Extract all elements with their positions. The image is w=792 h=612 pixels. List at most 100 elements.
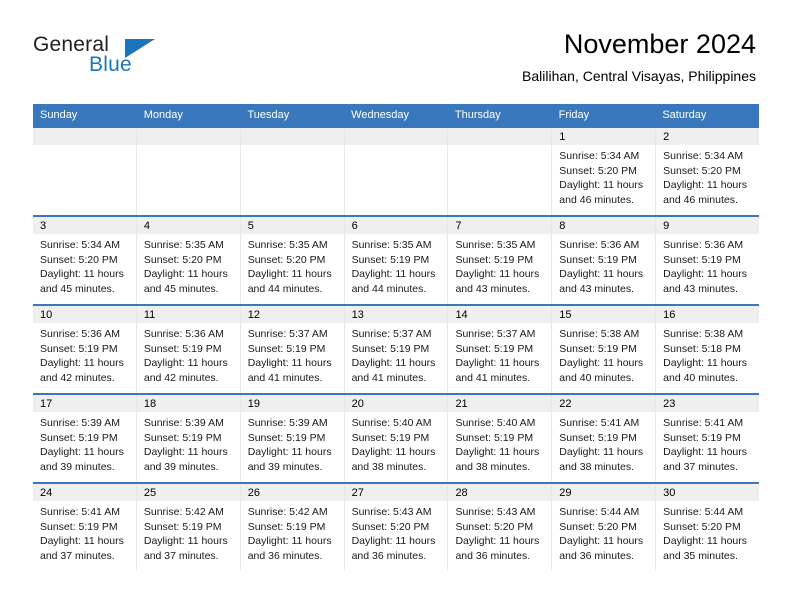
- day-number: 15: [552, 306, 656, 323]
- sunset-text: Sunset: 5:19 PM: [40, 431, 118, 444]
- daylight-text: Daylight: 11 hours and 36 minutes.: [247, 535, 332, 562]
- day-cell[interactable]: 9 Sunrise: 5:36 AM Sunset: 5:19 PM Dayli…: [656, 217, 760, 304]
- sunrise-text: Sunrise: 5:41 AM: [40, 506, 120, 518]
- day-cell[interactable]: 3 Sunrise: 5:34 AM Sunset: 5:20 PM Dayli…: [33, 217, 137, 304]
- day-details: Sunrise: 5:35 AM Sunset: 5:20 PM Dayligh…: [137, 234, 240, 296]
- sunset-text: Sunset: 5:20 PM: [247, 253, 326, 266]
- sunset-text: Sunset: 5:19 PM: [351, 342, 430, 355]
- day-details: Sunrise: 5:35 AM Sunset: 5:20 PM Dayligh…: [241, 234, 344, 296]
- day-cell[interactable]: 22 Sunrise: 5:41 AM Sunset: 5:19 PM Dayl…: [552, 395, 657, 482]
- day-cell[interactable]: 27 Sunrise: 5:43 AM Sunset: 5:20 PM Dayl…: [344, 484, 449, 571]
- day-cell[interactable]: [136, 128, 241, 215]
- day-number: 12: [240, 306, 344, 323]
- sunrise-text: Sunrise: 5:37 AM: [455, 328, 536, 340]
- general-blue-logo[interactable]: General Blue: [33, 34, 183, 84]
- day-cell[interactable]: 6 Sunrise: 5:35 AM Sunset: 5:19 PM Dayli…: [344, 217, 449, 304]
- day-cell[interactable]: 25 Sunrise: 5:42 AM Sunset: 5:19 PM Dayl…: [136, 484, 241, 571]
- day-cell[interactable]: 11 Sunrise: 5:36 AM Sunset: 5:19 PM Dayl…: [136, 306, 241, 393]
- day-cell[interactable]: [240, 128, 345, 215]
- day-cell[interactable]: 13 Sunrise: 5:37 AM Sunset: 5:19 PM Dayl…: [344, 306, 449, 393]
- week-row: 3 Sunrise: 5:34 AM Sunset: 5:20 PM Dayli…: [33, 215, 760, 304]
- day-details: Sunrise: 5:43 AM Sunset: 5:20 PM Dayligh…: [345, 501, 448, 563]
- sunrise-text: Sunrise: 5:35 AM: [351, 239, 432, 251]
- day-cell[interactable]: 8 Sunrise: 5:36 AM Sunset: 5:19 PM Dayli…: [552, 217, 657, 304]
- day-cell[interactable]: [33, 128, 137, 215]
- day-cell[interactable]: 4 Sunrise: 5:35 AM Sunset: 5:20 PM Dayli…: [136, 217, 241, 304]
- week-row: 17 Sunrise: 5:39 AM Sunset: 5:19 PM Dayl…: [33, 393, 760, 482]
- day-cell[interactable]: 28 Sunrise: 5:43 AM Sunset: 5:20 PM Dayl…: [448, 484, 553, 571]
- day-cell[interactable]: 5 Sunrise: 5:35 AM Sunset: 5:20 PM Dayli…: [240, 217, 345, 304]
- daylight-text: Daylight: 11 hours and 39 minutes.: [40, 446, 124, 473]
- day-details: Sunrise: 5:34 AM Sunset: 5:20 PM Dayligh…: [656, 145, 759, 207]
- day-number: 21: [448, 395, 552, 412]
- sunset-text: Sunset: 5:19 PM: [559, 253, 637, 266]
- day-details: Sunrise: 5:41 AM Sunset: 5:19 PM Dayligh…: [33, 501, 136, 563]
- day-cell[interactable]: 17 Sunrise: 5:39 AM Sunset: 5:19 PM Dayl…: [33, 395, 137, 482]
- sunrise-text: Sunrise: 5:42 AM: [247, 506, 328, 518]
- daylight-text: Daylight: 11 hours and 37 minutes.: [663, 446, 748, 473]
- day-cell[interactable]: 18 Sunrise: 5:39 AM Sunset: 5:19 PM Dayl…: [136, 395, 241, 482]
- day-details: Sunrise: 5:36 AM Sunset: 5:19 PM Dayligh…: [552, 234, 655, 296]
- day-details: Sunrise: 5:44 AM Sunset: 5:20 PM Dayligh…: [656, 501, 759, 563]
- day-number: 2: [656, 128, 760, 145]
- sunrise-text: Sunrise: 5:40 AM: [455, 417, 536, 429]
- day-cell[interactable]: 10 Sunrise: 5:36 AM Sunset: 5:19 PM Dayl…: [33, 306, 137, 393]
- day-cell[interactable]: 29 Sunrise: 5:44 AM Sunset: 5:20 PM Dayl…: [552, 484, 657, 571]
- day-details: Sunrise: 5:35 AM Sunset: 5:19 PM Dayligh…: [448, 234, 551, 296]
- day-details: Sunrise: 5:36 AM Sunset: 5:19 PM Dayligh…: [656, 234, 759, 296]
- sunset-text: Sunset: 5:19 PM: [351, 431, 430, 444]
- sunrise-text: Sunrise: 5:40 AM: [351, 417, 432, 429]
- day-details: [137, 145, 240, 149]
- sunset-text: Sunset: 5:20 PM: [455, 520, 534, 533]
- day-details: [345, 145, 448, 149]
- day-cell[interactable]: 21 Sunrise: 5:40 AM Sunset: 5:19 PM Dayl…: [448, 395, 553, 482]
- day-cell[interactable]: 26 Sunrise: 5:42 AM Sunset: 5:19 PM Dayl…: [240, 484, 345, 571]
- sunset-text: Sunset: 5:19 PM: [247, 342, 326, 355]
- day-number: 28: [448, 484, 552, 501]
- sunset-text: Sunset: 5:19 PM: [455, 431, 534, 444]
- day-cell[interactable]: 30 Sunrise: 5:44 AM Sunset: 5:20 PM Dayl…: [656, 484, 760, 571]
- day-number: 4: [136, 217, 240, 234]
- sunset-text: Sunset: 5:20 PM: [663, 164, 741, 177]
- day-cell[interactable]: 15 Sunrise: 5:38 AM Sunset: 5:19 PM Dayl…: [552, 306, 657, 393]
- day-details: Sunrise: 5:38 AM Sunset: 5:19 PM Dayligh…: [552, 323, 655, 385]
- day-details: Sunrise: 5:41 AM Sunset: 5:19 PM Dayligh…: [552, 412, 655, 474]
- day-cell[interactable]: [448, 128, 553, 215]
- day-number: 7: [448, 217, 552, 234]
- day-cell[interactable]: 14 Sunrise: 5:37 AM Sunset: 5:19 PM Dayl…: [448, 306, 553, 393]
- day-cell[interactable]: 23 Sunrise: 5:41 AM Sunset: 5:19 PM Dayl…: [656, 395, 760, 482]
- day-cell[interactable]: 2 Sunrise: 5:34 AM Sunset: 5:20 PM Dayli…: [656, 128, 760, 215]
- day-number: 16: [656, 306, 760, 323]
- day-details: Sunrise: 5:38 AM Sunset: 5:18 PM Dayligh…: [656, 323, 759, 385]
- week-row: 10 Sunrise: 5:36 AM Sunset: 5:19 PM Dayl…: [33, 304, 760, 393]
- daylight-text: Daylight: 11 hours and 43 minutes.: [663, 268, 748, 295]
- sunrise-text: Sunrise: 5:35 AM: [455, 239, 536, 251]
- daylight-text: Daylight: 11 hours and 42 minutes.: [40, 357, 124, 384]
- weekday-header-tuesday: Tuesday: [247, 109, 290, 121]
- day-cell[interactable]: 12 Sunrise: 5:37 AM Sunset: 5:19 PM Dayl…: [240, 306, 345, 393]
- day-cell[interactable]: 20 Sunrise: 5:40 AM Sunset: 5:19 PM Dayl…: [344, 395, 449, 482]
- day-details: Sunrise: 5:39 AM Sunset: 5:19 PM Dayligh…: [137, 412, 240, 474]
- sunrise-text: Sunrise: 5:43 AM: [351, 506, 432, 518]
- page-title: November 2024: [563, 29, 756, 59]
- sunrise-text: Sunrise: 5:38 AM: [663, 328, 744, 340]
- sunrise-text: Sunrise: 5:44 AM: [663, 506, 744, 518]
- daylight-text: Daylight: 11 hours and 39 minutes.: [247, 446, 332, 473]
- day-cell[interactable]: [344, 128, 449, 215]
- day-number: 23: [656, 395, 760, 412]
- day-cell[interactable]: 1 Sunrise: 5:34 AM Sunset: 5:20 PM Dayli…: [552, 128, 657, 215]
- day-number: [240, 128, 344, 145]
- day-number: [136, 128, 240, 145]
- weekday-header-thursday: Thursday: [454, 109, 501, 121]
- day-number: [448, 128, 552, 145]
- sunset-text: Sunset: 5:19 PM: [663, 253, 741, 266]
- sunrise-text: Sunrise: 5:36 AM: [143, 328, 224, 340]
- sunrise-text: Sunrise: 5:42 AM: [143, 506, 224, 518]
- daylight-text: Daylight: 11 hours and 41 minutes.: [247, 357, 332, 384]
- day-number: [344, 128, 448, 145]
- day-cell[interactable]: 16 Sunrise: 5:38 AM Sunset: 5:18 PM Dayl…: [656, 306, 760, 393]
- day-cell[interactable]: 24 Sunrise: 5:41 AM Sunset: 5:19 PM Dayl…: [33, 484, 137, 571]
- day-number: 19: [240, 395, 344, 412]
- day-cell[interactable]: 7 Sunrise: 5:35 AM Sunset: 5:19 PM Dayli…: [448, 217, 553, 304]
- day-cell[interactable]: 19 Sunrise: 5:39 AM Sunset: 5:19 PM Dayl…: [240, 395, 345, 482]
